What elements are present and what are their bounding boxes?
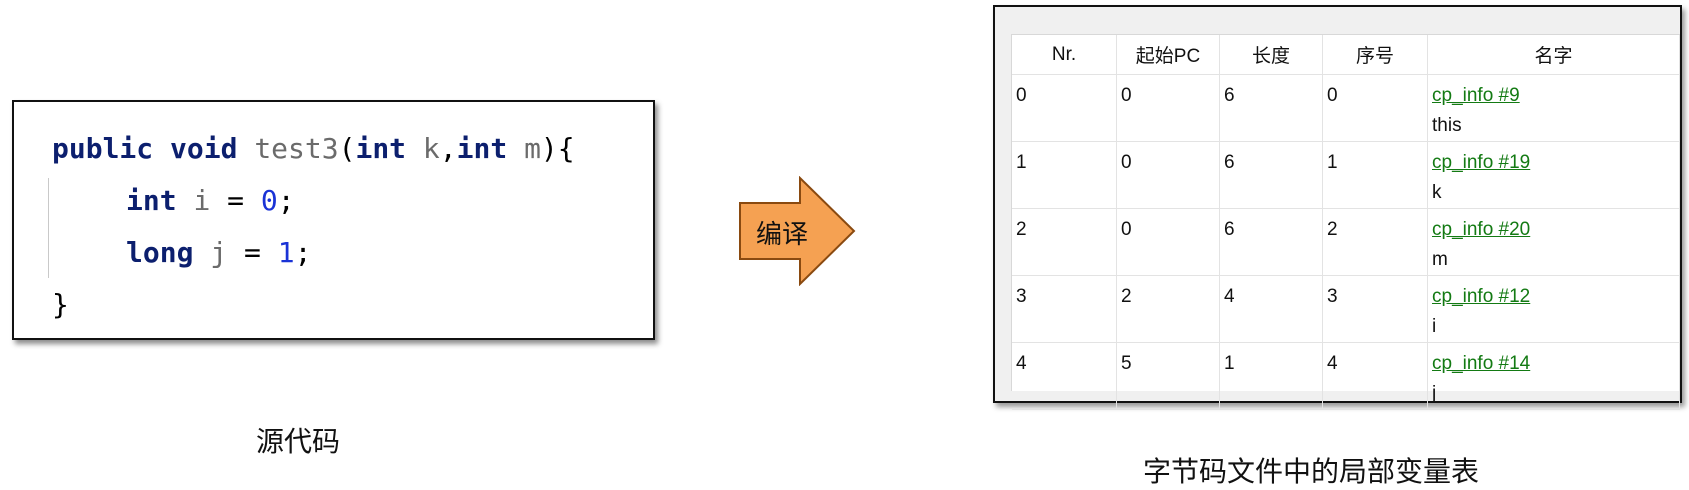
param-type-2: int	[456, 132, 508, 165]
var-name-j: j	[210, 236, 228, 269]
code-line-4: }	[52, 288, 69, 321]
var-type-long: long	[126, 236, 194, 269]
cell-length: 6	[1219, 141, 1323, 209]
table-row[interactable]: 4 5 1 4 cp_info #14 j	[1012, 342, 1680, 410]
indent-guide	[48, 178, 49, 278]
cell-length: 6	[1219, 74, 1323, 142]
cell-name: cp_info #14 j	[1427, 342, 1680, 410]
local-variable-table-window: Nr. 起始PC 长度 序号 名字 0 0 6 0 cp_info #9 this 1 0 6 1…	[993, 5, 1682, 410]
cell-start-pc: 0	[1116, 208, 1220, 276]
assign-op: =	[210, 184, 261, 217]
table-row[interactable]: 2 0 6 2 cp_info #20 m	[1012, 208, 1680, 276]
cell-index: 3	[1322, 275, 1428, 343]
semicolon: ;	[277, 184, 295, 217]
method-name: test3	[254, 132, 339, 165]
variable-name: k	[1432, 182, 1442, 203]
cell-start-pc: 2	[1116, 275, 1220, 343]
cell-index: 1	[1322, 141, 1428, 209]
constant-pool-link[interactable]: cp_info #9	[1432, 81, 1679, 111]
header-length[interactable]: 长度	[1219, 35, 1323, 75]
cell-index: 0	[1322, 74, 1428, 142]
bytecode-caption: 字节码文件中的局部变量表	[1143, 455, 1480, 488]
cell-nr: 2	[1012, 208, 1117, 276]
header-nr[interactable]: Nr.	[1012, 35, 1117, 75]
variable-name: m	[1432, 249, 1448, 270]
semicolon: ;	[294, 236, 312, 269]
keyword-public: public	[52, 132, 154, 165]
code-line-2: int i = 0;	[126, 184, 295, 217]
cell-nr: 3	[1012, 275, 1117, 343]
source-code-box: public void test3(int k,int m){ int i = …	[12, 100, 655, 340]
param-name-1: k	[422, 132, 440, 165]
table-panel: Nr. 起始PC 长度 序号 名字 0 0 6 0 cp_info #9 this 1 0 6 1…	[1011, 34, 1680, 410]
code-line-1: public void test3(int k,int m){	[52, 132, 575, 165]
cell-length: 1	[1219, 342, 1323, 410]
variable-name: i	[1432, 316, 1437, 337]
cell-nr: 0	[1012, 74, 1117, 142]
table-header-row: Nr. 起始PC 长度 序号 名字	[1012, 35, 1680, 75]
source-caption: 源代码	[256, 425, 341, 458]
table-row[interactable]: 0 0 6 0 cp_info #9 this	[1012, 74, 1680, 142]
constant-pool-link[interactable]: cp_info #19	[1432, 148, 1679, 178]
cell-name: cp_info #20 m	[1427, 208, 1680, 276]
cell-start-pc: 5	[1116, 342, 1220, 410]
literal-value: 1	[277, 236, 295, 269]
assign-op: =	[227, 236, 278, 269]
close-brace: }	[52, 288, 69, 321]
cell-start-pc: 0	[1116, 141, 1220, 209]
compile-label: 编译	[756, 220, 809, 250]
header-start-pc[interactable]: 起始PC	[1116, 35, 1220, 75]
cell-name: cp_info #19 k	[1427, 141, 1680, 209]
literal-value: 0	[260, 184, 278, 217]
constant-pool-link[interactable]: cp_info #14	[1432, 349, 1679, 379]
param-comma: ,	[439, 132, 457, 165]
local-variable-table: Nr. 起始PC 长度 序号 名字 0 0 6 0 cp_info #9 this 1 0 6 1…	[1012, 35, 1680, 410]
constant-pool-link[interactable]: cp_info #20	[1432, 215, 1679, 245]
var-name-i: i	[193, 184, 211, 217]
variable-name: j	[1432, 383, 1437, 404]
cell-index: 4	[1322, 342, 1428, 410]
keyword-void: void	[170, 132, 238, 165]
cell-length: 6	[1219, 208, 1323, 276]
close-paren-brace: ){	[540, 132, 575, 165]
cell-name: cp_info #12 i	[1427, 275, 1680, 343]
variable-name: this	[1432, 115, 1462, 136]
var-type-int: int	[126, 184, 177, 217]
table-row[interactable]: 1 0 6 1 cp_info #19 k	[1012, 141, 1680, 209]
param-name-2: m	[524, 132, 541, 165]
cell-name: cp_info #9 this	[1427, 74, 1680, 142]
open-paren: (	[338, 132, 356, 165]
cell-index: 2	[1322, 208, 1428, 276]
header-index[interactable]: 序号	[1322, 35, 1428, 75]
constant-pool-link[interactable]: cp_info #12	[1432, 282, 1679, 312]
header-name[interactable]: 名字	[1427, 35, 1680, 75]
cell-start-pc: 0	[1116, 74, 1220, 142]
cell-length: 4	[1219, 275, 1323, 343]
param-type-1: int	[355, 132, 407, 165]
cell-nr: 4	[1012, 342, 1117, 410]
cell-nr: 1	[1012, 141, 1117, 209]
code-line-3: long j = 1;	[126, 236, 311, 269]
table-row[interactable]: 3 2 4 3 cp_info #12 i	[1012, 275, 1680, 343]
